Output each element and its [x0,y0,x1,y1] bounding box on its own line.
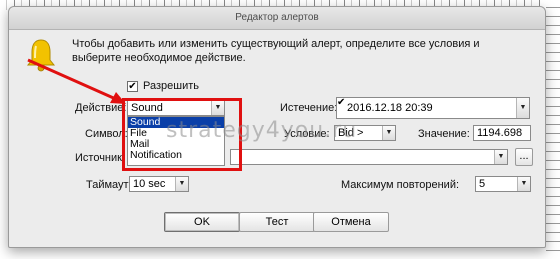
chevron-down-icon: ▼ [175,177,188,191]
dialog-title: Редактор алертов [9,7,545,30]
cancel-button[interactable]: Отмена [313,212,389,232]
action-label: Действие: [75,102,127,114]
expiration-check-icon: ✔ [337,97,346,108]
enable-label: Разрешить [143,80,199,92]
max-repeats-value: 5 [479,178,486,190]
timeout-value: 10 sec [133,178,166,190]
watermark-text: strategy4you.ru [166,118,358,143]
expiration-label: Истечение: [280,102,338,114]
source-select[interactable]: ▼ [230,149,508,165]
chevron-down-icon: ▼ [382,126,395,140]
chevron-down-icon: ▼ [516,98,529,118]
chevron-down-icon: ▼ [517,177,530,191]
chevron-down-icon: ▼ [494,150,507,164]
source-browse-button[interactable]: ... [515,148,533,166]
info-text: Чтобы добавить или изменить существующий… [72,38,480,64]
expiration-field[interactable]: 2016.12.18 20:39 ▼ [336,97,530,119]
value-input[interactable]: 1194.698 [473,125,531,141]
bell-icon [26,39,56,72]
max-repeats-select[interactable]: 5 ▼ [475,176,531,192]
expiration-value: 2016.12.18 20:39 [347,102,433,114]
timeout-select[interactable]: 10 sec ▼ [129,176,189,192]
ok-button[interactable]: OK [164,212,240,232]
max-repeats-label: Максимум повторений: [341,179,460,191]
test-button[interactable]: Тест [239,212,315,232]
value-label: Значение: [418,128,470,140]
timeout-label: Таймаут: [86,179,132,191]
source-label: Источник [75,152,122,164]
enable-checkbox[interactable]: ✔ [127,81,138,92]
background-chart-right [546,0,560,259]
